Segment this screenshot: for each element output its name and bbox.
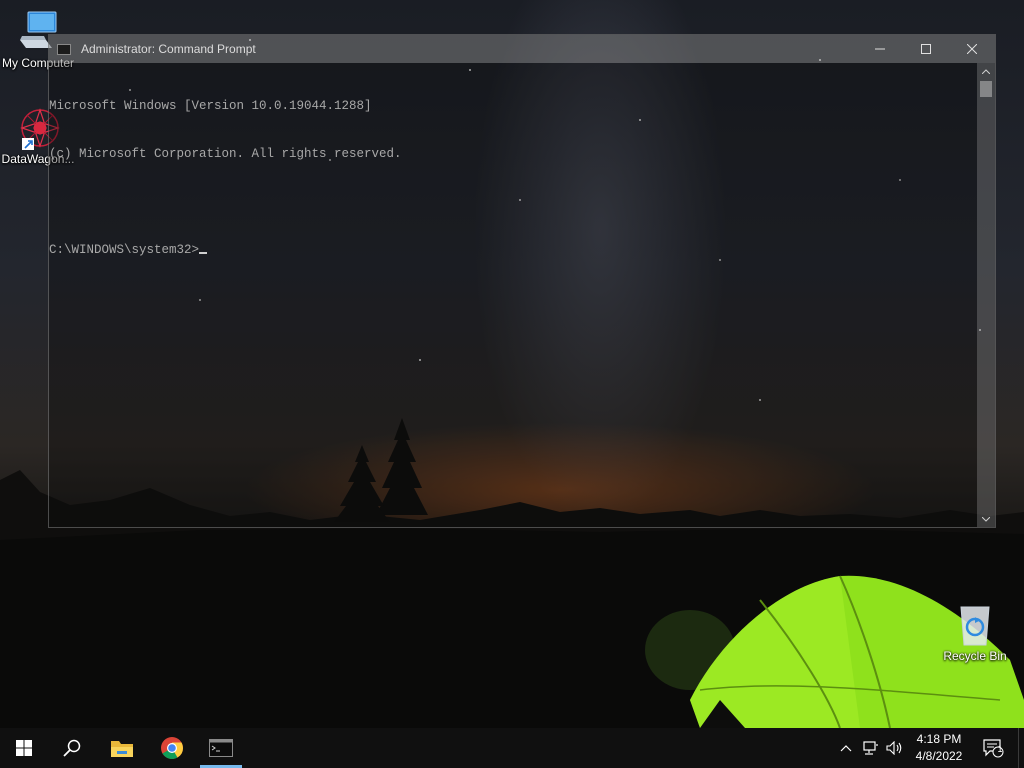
close-button[interactable]: [949, 35, 995, 63]
chevron-up-icon: [840, 745, 852, 752]
minimize-icon: [875, 48, 885, 50]
taskbar-command-prompt[interactable]: [198, 728, 244, 768]
desktop-icon-recycle-bin[interactable]: Recycle Bin: [937, 603, 1013, 663]
show-hidden-icons-button[interactable]: [836, 728, 856, 768]
maximize-button[interactable]: [903, 35, 949, 63]
chrome-icon: [161, 737, 183, 759]
command-prompt-window[interactable]: Administrator: Command Prompt Microsoft …: [48, 34, 996, 528]
console-line: (c) Microsoft Corporation. All rights re…: [49, 147, 402, 161]
notification-count-badge: 1: [997, 744, 1003, 754]
console-output[interactable]: Microsoft Windows [Version 10.0.19044.12…: [49, 63, 977, 527]
taskbar: 4:18 PM 4/8/2022 1: [0, 728, 1024, 768]
command-prompt-icon: [209, 739, 233, 757]
desktop-icon-label: Recycle Bin: [943, 649, 1007, 663]
taskbar-file-explorer[interactable]: [98, 728, 146, 768]
console-line: Microsoft Windows [Version 10.0.19044.12…: [49, 99, 372, 113]
chevron-up-icon: [982, 68, 990, 74]
action-center-button[interactable]: 1: [978, 728, 1008, 768]
text-cursor: [199, 252, 208, 254]
scroll-down-button[interactable]: [977, 511, 995, 527]
taskbar-chrome[interactable]: [148, 728, 196, 768]
console-prompt-line: C:\WINDOWS\system32>: [49, 242, 977, 258]
taskbar-clock[interactable]: 4:18 PM 4/8/2022: [910, 728, 968, 768]
clock-date: 4/8/2022: [915, 749, 963, 763]
window-titlebar[interactable]: Administrator: Command Prompt: [49, 35, 995, 63]
vertical-scrollbar[interactable]: [977, 63, 995, 527]
start-button[interactable]: [0, 728, 48, 768]
close-icon: [967, 44, 977, 54]
network-icon: [863, 741, 878, 755]
start-icon: [16, 740, 32, 756]
show-desktop-button[interactable]: [1018, 728, 1024, 768]
minimize-button[interactable]: [857, 35, 903, 63]
clock-time: 4:18 PM: [916, 732, 962, 746]
search-button[interactable]: [48, 728, 96, 768]
window-title: Administrator: Command Prompt: [81, 42, 256, 56]
command-prompt-icon: [57, 43, 71, 55]
network-button[interactable]: [860, 728, 882, 768]
volume-button[interactable]: [884, 728, 906, 768]
scrollbar-thumb[interactable]: [980, 81, 992, 97]
search-icon: [63, 739, 81, 757]
volume-icon: [886, 741, 902, 755]
maximize-icon: [921, 44, 931, 54]
console-prompt: C:\WINDOWS\system32>: [49, 243, 200, 257]
file-explorer-icon: [111, 741, 133, 757]
chevron-down-icon: [982, 516, 990, 522]
scroll-up-button[interactable]: [977, 63, 995, 79]
recycle-bin-icon: [953, 603, 997, 647]
